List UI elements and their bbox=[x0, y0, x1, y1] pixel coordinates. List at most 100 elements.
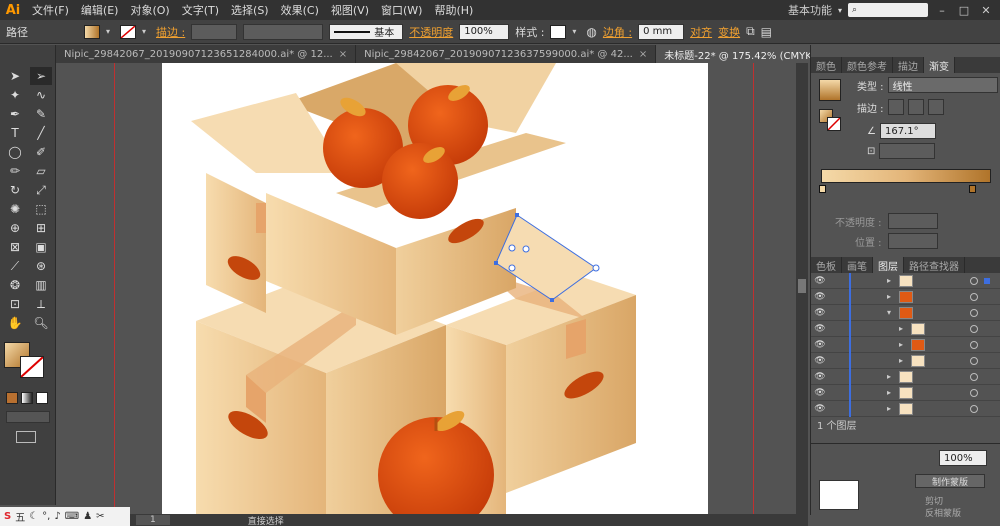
ellipse-tool-icon[interactable]: ◯ bbox=[4, 143, 26, 161]
fill-swatch[interactable] bbox=[84, 24, 100, 39]
scrollbar-thumb[interactable] bbox=[798, 279, 806, 293]
menu-object[interactable]: 对象(O) bbox=[124, 2, 175, 18]
target-icon[interactable] bbox=[970, 372, 978, 381]
pencil-icon[interactable]: ✏ bbox=[4, 162, 26, 180]
back-box-front[interactable] bbox=[206, 173, 266, 313]
tab-brushes[interactable]: 画笔 bbox=[842, 257, 873, 273]
eraser-icon[interactable]: ▱ bbox=[30, 162, 52, 180]
selection-tool-icon[interactable]: ➤ bbox=[4, 67, 26, 85]
layer-row[interactable]: 👁︎ ▸ bbox=[811, 289, 1000, 305]
stroke-weight-field[interactable] bbox=[191, 23, 238, 40]
wrench-icon[interactable]: ✂ bbox=[96, 511, 104, 522]
curvature-tool-icon[interactable]: ✎ bbox=[30, 105, 52, 123]
stroke-swatch[interactable] bbox=[120, 24, 136, 39]
corner-field[interactable]: 0 mm bbox=[638, 23, 685, 40]
menu-select[interactable]: 选择(S) bbox=[225, 2, 275, 18]
layer-row[interactable]: 👁︎ ▸ bbox=[811, 321, 1000, 337]
target-icon[interactable] bbox=[970, 292, 978, 301]
blend-tool-icon[interactable]: ⊛ bbox=[30, 257, 52, 275]
layer-row[interactable]: 👁︎ ▾ bbox=[811, 305, 1000, 321]
none-button[interactable] bbox=[36, 392, 48, 404]
artboard-tool-icon[interactable]: ⊡ bbox=[4, 295, 26, 313]
target-icon[interactable] bbox=[970, 340, 978, 349]
align-link[interactable]: 对齐 bbox=[690, 24, 712, 40]
anchor-handle[interactable] bbox=[508, 264, 516, 272]
eye-icon[interactable]: 👁︎ bbox=[811, 308, 829, 318]
arrange-icon[interactable]: ▤ bbox=[761, 25, 772, 39]
tab-color-guide[interactable]: 颜色参考 bbox=[842, 57, 893, 73]
transform-link[interactable]: 变换 bbox=[718, 24, 740, 40]
gradient-type-select[interactable]: 线性 bbox=[887, 77, 998, 93]
target-icon[interactable] bbox=[970, 356, 978, 365]
menu-view[interactable]: 视图(V) bbox=[325, 2, 375, 18]
tab-gradient[interactable]: 渐变 bbox=[924, 57, 955, 73]
close-icon[interactable]: × bbox=[339, 49, 347, 60]
opacity-field[interactable]: 100% bbox=[459, 23, 510, 40]
eye-icon[interactable]: 👁︎ bbox=[811, 356, 829, 366]
tab-document-1[interactable]: Nipic_29842067_20190907123651284000.ai* … bbox=[56, 45, 357, 63]
workspace-switcher[interactable]: 基本功能 bbox=[788, 2, 832, 18]
chevron-right-icon[interactable]: ▸ bbox=[899, 356, 911, 365]
eye-icon[interactable]: 👁︎ bbox=[811, 404, 829, 414]
variable-width-field[interactable] bbox=[243, 23, 324, 40]
anchor-point[interactable] bbox=[550, 298, 554, 302]
chevron-down-icon[interactable]: ▾ bbox=[106, 27, 114, 36]
layer-row[interactable]: 👁︎ ▸ bbox=[811, 385, 1000, 401]
stroke-within-button[interactable] bbox=[887, 99, 904, 115]
gradient-stop-right[interactable] bbox=[969, 185, 976, 193]
fill-stroke-mini[interactable] bbox=[819, 109, 841, 131]
chevron-right-icon[interactable]: ▸ bbox=[887, 388, 899, 397]
target-icon[interactable] bbox=[970, 324, 978, 333]
graph-tool-icon[interactable]: ▥ bbox=[30, 276, 52, 294]
close-icon[interactable]: ✕ bbox=[978, 4, 994, 17]
stop-opacity-field[interactable] bbox=[887, 213, 938, 229]
target-icon[interactable] bbox=[970, 388, 978, 397]
canvas-area[interactable] bbox=[56, 63, 796, 515]
target-icon[interactable] bbox=[970, 308, 978, 317]
paintbrush-icon[interactable]: ✐ bbox=[30, 143, 52, 161]
layer-row[interactable]: 👁︎ ▸ bbox=[811, 369, 1000, 385]
gradient-tool-icon[interactable]: ▣ bbox=[30, 238, 52, 256]
target-icon[interactable] bbox=[970, 404, 978, 413]
menu-help[interactable]: 帮助(H) bbox=[428, 2, 479, 18]
corner-label[interactable]: 边角 : bbox=[603, 24, 632, 40]
menu-type[interactable]: 文字(T) bbox=[176, 2, 225, 18]
moon-icon[interactable]: ☾ bbox=[29, 511, 38, 522]
angle-field[interactable]: 167.1° bbox=[879, 123, 936, 139]
chevron-down-icon[interactable]: ▾ bbox=[887, 308, 899, 317]
layer-row[interactable]: 👁︎ ▸ bbox=[811, 353, 1000, 369]
menu-effect[interactable]: 效果(C) bbox=[275, 2, 325, 18]
type-tool-icon[interactable]: T bbox=[4, 124, 26, 142]
free-transform-icon[interactable]: ⬚ bbox=[30, 200, 52, 218]
orange[interactable] bbox=[382, 143, 458, 219]
transparency-thumb[interactable] bbox=[819, 480, 859, 510]
aspect-ratio-field[interactable] bbox=[879, 143, 936, 159]
chevron-down-icon[interactable]: ▾ bbox=[572, 27, 580, 36]
chevron-right-icon[interactable]: ▸ bbox=[887, 372, 899, 381]
recolor-icon[interactable]: ◍ bbox=[586, 25, 596, 39]
keyboard-icon[interactable]: ⌨ bbox=[65, 511, 79, 522]
stop-position-field[interactable] bbox=[887, 233, 938, 249]
eye-icon[interactable]: 👁︎ bbox=[811, 324, 829, 334]
rotate-tool-icon[interactable]: ↻ bbox=[4, 181, 26, 199]
search-input[interactable]: ⌕ bbox=[848, 3, 928, 17]
anchor-handle[interactable] bbox=[522, 245, 530, 253]
close-icon[interactable]: × bbox=[639, 49, 647, 60]
stroke-along-button[interactable] bbox=[907, 99, 924, 115]
eye-icon[interactable]: 👁︎ bbox=[811, 292, 829, 302]
menu-file[interactable]: 文件(F) bbox=[26, 2, 75, 18]
warp-tool-icon[interactable]: ✺ bbox=[4, 200, 26, 218]
stroke-across-button[interactable] bbox=[927, 99, 944, 115]
eye-icon[interactable]: 👁︎ bbox=[811, 388, 829, 398]
chevron-right-icon[interactable]: ▸ bbox=[899, 340, 911, 349]
mesh-tool-icon[interactable]: ⊠ bbox=[4, 238, 26, 256]
eye-icon[interactable]: 👁︎ bbox=[811, 340, 829, 350]
anchor-point[interactable] bbox=[494, 261, 498, 265]
symbol-sprayer-icon[interactable]: ❂ bbox=[4, 276, 26, 294]
magic-wand-icon[interactable]: ✦ bbox=[4, 86, 26, 104]
mic-icon[interactable]: ♪ bbox=[54, 511, 60, 522]
layer-row[interactable]: 👁︎ ▸ bbox=[811, 337, 1000, 353]
pen-tool-icon[interactable]: ✒ bbox=[4, 105, 26, 123]
perspective-grid-icon[interactable]: ⊞ bbox=[30, 219, 52, 237]
anchor-handle[interactable] bbox=[508, 244, 516, 252]
